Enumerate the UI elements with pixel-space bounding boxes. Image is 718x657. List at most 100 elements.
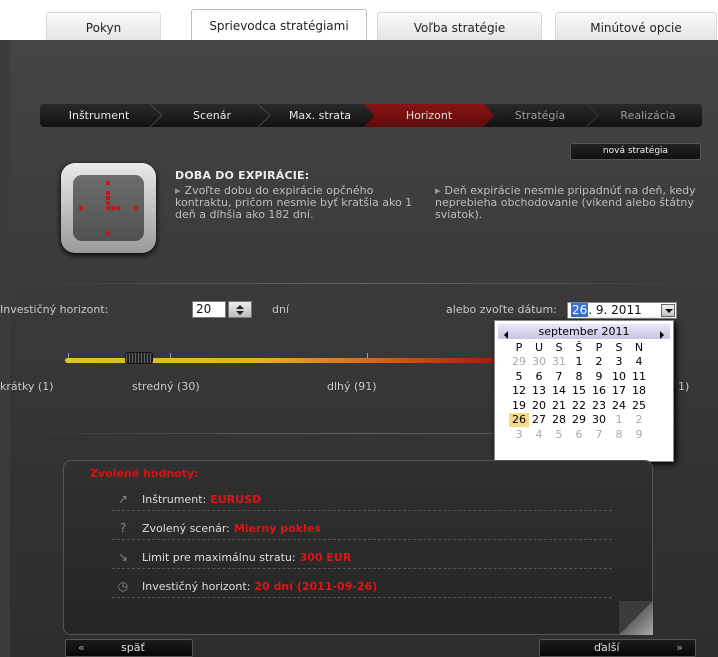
summary-row-horizon: ◷ Investičný horizont: 20 dní (2011-09-26… [112,576,612,598]
calendar-day[interactable]: 19 [509,398,529,413]
calendar-day[interactable]: 4 [629,355,649,370]
calendar-day[interactable]: 9 [589,369,609,384]
calendar-day[interactable]: 28 [549,413,569,428]
summary-panel: Zvolené hodnoty: ↗ Inštrument: EURUSD ? Z… [63,460,653,635]
summary-row-instrument: ↗ Inštrument: EURUSD [112,489,612,511]
next-button[interactable]: ďalší » [539,639,696,657]
horizon-days-stepper[interactable] [228,301,252,318]
wizard-steps: Inštrument Scenár Max. strata Horizont S… [40,104,702,127]
wizard-panel: Inštrument Scenár Max. strata Horizont S… [0,40,718,657]
weekday-header: U [534,340,544,354]
calendar-day[interactable]: 6 [529,369,549,384]
page-curl [619,601,653,635]
calendar-day[interactable]: 1 [609,413,629,428]
calendar-month-label: september 2011 [538,325,630,338]
calendar-day[interactable]: 29 [569,413,589,428]
next-month-icon[interactable] [660,331,664,339]
weekday-header: Š [575,340,583,354]
slider-label-medium: stredný (30) [132,380,200,393]
slider-tick [68,353,69,358]
calendar-day[interactable]: 22 [569,398,589,413]
summary-title: Zvolené hodnoty: [90,467,199,480]
calendar-day[interactable]: 20 [529,398,549,413]
calendar-day[interactable]: 5 [549,427,569,442]
horizon-label: Investičný horizont: [0,303,109,316]
step-separator [150,104,164,127]
calendar-day[interactable]: 6 [569,427,589,442]
calendar-day[interactable]: 8 [569,369,589,384]
calendar-day[interactable]: 16 [589,384,609,399]
calendar-day[interactable]: 24 [609,398,629,413]
calendar-day[interactable]: 3 [609,355,629,370]
divider [10,283,718,284]
clock-icon: ◷ [117,579,129,593]
calendar-day[interactable]: 9 [629,427,649,442]
horizon-slider-thumb[interactable] [125,352,153,364]
calendar-day[interactable]: 5 [509,369,529,384]
top-tab-bar: Pokyn Sprievodca stratégiami Voľba strat… [0,0,718,40]
double-left-icon: « [78,641,85,654]
calendar-day[interactable]: 25 [629,398,649,413]
back-button[interactable]: « späť [65,639,193,657]
calendar-day[interactable]: 27 [529,413,549,428]
step-strategy: Stratégia [514,109,566,122]
calendar-day[interactable]: 1 [569,355,589,370]
calendar-day[interactable]: 3 [509,427,529,442]
expiry-title: DOBA DO EXPIRÁCIE: [175,169,310,182]
calendar-day[interactable]: 7 [549,369,569,384]
summary-row-max-loss: ↘ Limit pre maximálnu stratu: 300 EUR [112,547,612,569]
step-max-loss[interactable]: Max. strata [266,104,374,127]
calendar-day[interactable]: 14 [549,384,569,399]
calendar-day[interactable]: 30 [529,355,549,370]
calendar-day[interactable]: 15 [569,384,589,399]
calendar-day[interactable]: 29 [509,355,529,370]
summary-row-scenario: ? Zvolený scenár: Mierny pokles [112,518,612,540]
back-label: späť [121,641,145,654]
calendar-day[interactable]: 23 [589,398,609,413]
question-icon: ? [119,521,127,535]
step-instrument[interactable]: Inštrument [40,104,158,127]
horizon-days-input[interactable]: 20 [192,301,226,318]
calendar-day[interactable]: 21 [549,398,569,413]
calendar-day-selected[interactable]: 26 [509,412,529,427]
tab-minute-options[interactable]: Minútové opcie [555,12,717,40]
calendar-day[interactable]: 7 [589,427,609,442]
calendar-day[interactable]: 8 [609,427,629,442]
weekday-header: S [555,340,563,354]
tab-pokyn[interactable]: Pokyn [46,12,161,40]
calendar-day[interactable]: 12 [509,384,529,399]
arrow-icon: ↗ [117,492,129,506]
date-dropdown-button[interactable] [661,304,675,317]
slider-label-long: dlhý (91) [327,380,377,393]
calendar-day[interactable]: 13 [529,384,549,399]
calendar-day[interactable]: 18 [629,384,649,399]
calendar-day[interactable]: 4 [529,427,549,442]
weekday-header: P [595,340,603,354]
clock-icon [61,163,156,253]
calendar-grid: PUSŠPSN 29 30 31 1 2 3 4 5 6 7 8 9 10 11 12 13 14 15 16 17 1… [509,340,649,442]
slider-label-max: 1) [678,380,690,393]
step-realization: Realizácia [620,109,676,122]
calendar-day[interactable]: 10 [609,369,629,384]
next-label: ďalší [594,641,620,654]
tab-strategy-choice[interactable]: Voľba stratégie [377,12,542,40]
tab-strategy-guide[interactable]: Sprievodca stratégiami [191,9,367,40]
slider-tick [367,353,368,358]
calendar-day[interactable]: 2 [589,355,609,370]
calendar-day[interactable]: 2 [629,413,649,428]
days-unit-label: dní [272,303,290,316]
calendar-day[interactable]: 31 [549,355,569,370]
chart-icon: ↘ [117,550,129,564]
calendar-day[interactable]: 17 [609,384,629,399]
calendar-day[interactable]: 30 [589,413,609,428]
step-horizon[interactable]: Horizont [364,104,494,127]
weekday-header: S [615,340,623,354]
calendar-day[interactable]: 11 [629,369,649,384]
new-strategy-button[interactable]: nová stratégia [570,143,701,160]
double-right-icon: » [676,641,683,654]
expiry-info-2: ▸ Deň expirácie nesmie pripadnúť na deň, … [435,184,696,221]
prev-month-icon[interactable] [504,331,508,339]
weekday-header: N [634,340,644,354]
slider-label-short: krátky (1) [0,380,54,393]
step-scenario[interactable]: Scenár [158,104,266,127]
